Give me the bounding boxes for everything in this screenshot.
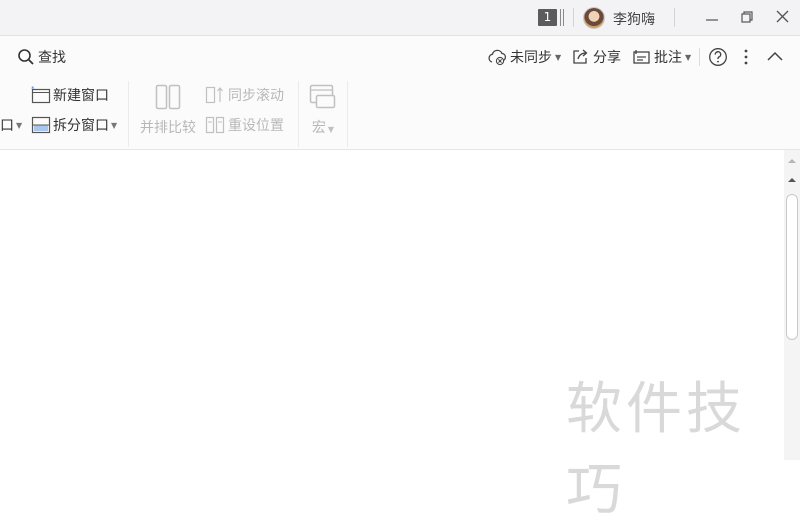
ribbon-partial-label: 口 <box>0 118 14 134</box>
sync-scroll-label: 同步滚动 <box>228 88 284 104</box>
restore-icon <box>741 11 753 23</box>
ribbon-separator <box>347 81 348 147</box>
search-icon <box>18 49 34 65</box>
ribbon: 口 ▼ * 新建窗口 拆分窗口 ▼ 并排比较 同步滚动 重设位置 宏 ▼ <box>0 77 800 150</box>
sync-scroll-button[interactable]: 同步滚动 <box>205 85 284 105</box>
chevron-down-icon: ▼ <box>685 52 692 62</box>
titlebar-separator <box>674 8 675 27</box>
macro-label: 宏 <box>311 120 326 136</box>
collapse-ribbon-button[interactable] <box>766 47 784 67</box>
avatar[interactable] <box>584 8 604 28</box>
help-button[interactable] <box>708 47 728 67</box>
annotate-icon <box>633 50 650 64</box>
top-toolbar: 查找 未同步 ▼ 分享 批注 ▼ <box>0 36 800 77</box>
share-icon <box>573 49 588 64</box>
more-icon <box>744 49 748 65</box>
username[interactable]: 李狗嗨 <box>613 9 655 29</box>
close-icon <box>776 10 789 23</box>
share-button[interactable]: 分享 <box>571 47 621 67</box>
close-button[interactable] <box>771 6 793 28</box>
reset-position-label: 重设位置 <box>228 118 284 134</box>
cloud-sync-icon <box>488 49 507 66</box>
split-window-button[interactable]: 拆分窗口 ▼ <box>31 115 117 135</box>
annotate-button[interactable]: 批注 ▼ <box>632 47 691 67</box>
restore-button[interactable] <box>736 6 758 28</box>
search-label: 查找 <box>38 50 66 66</box>
split-window-label: 拆分窗口 <box>53 118 109 134</box>
toolbar-separator <box>699 48 700 66</box>
chevron-down-icon: ▼ <box>555 52 562 62</box>
new-window-button[interactable]: * 新建窗口 <box>31 85 109 105</box>
new-window-icon: * <box>31 86 51 104</box>
reset-position-icon <box>205 116 225 134</box>
macro-button[interactable]: 宏 ▼ <box>303 83 343 137</box>
scroll-thumb[interactable] <box>786 194 798 340</box>
annotate-label: 批注 <box>654 50 682 66</box>
chevron-down-icon: ▼ <box>16 120 23 130</box>
side-by-side-label: 并排比较 <box>140 120 196 136</box>
side-by-side-icon <box>155 84 181 110</box>
window-count-badge[interactable]: 1 <box>538 9 557 26</box>
new-window-label: 新建窗口 <box>53 88 109 104</box>
title-bar: 1 李狗嗨 <box>0 0 800 36</box>
scroll-up-double-icon[interactable] <box>784 154 800 170</box>
help-icon <box>709 48 727 66</box>
sync-scroll-icon <box>205 86 223 104</box>
more-button[interactable] <box>742 47 750 67</box>
chevron-down-icon: ▼ <box>327 125 335 134</box>
titlebar-separator <box>573 8 574 27</box>
minimize-icon <box>706 19 718 21</box>
scroll-up-icon[interactable] <box>784 172 800 188</box>
watermark-text: 软件技巧 <box>566 377 746 523</box>
layout-bars-icon[interactable] <box>560 9 564 26</box>
chevron-down-icon: ▼ <box>111 120 118 130</box>
ribbon-partial-button[interactable]: 口 ▼ <box>0 115 22 135</box>
sync-button[interactable]: 未同步 ▼ <box>487 47 561 67</box>
minimize-button[interactable] <box>701 6 723 28</box>
svg-text:*: * <box>31 86 35 93</box>
share-label: 分享 <box>593 50 621 66</box>
search-button[interactable]: 查找 <box>17 47 66 67</box>
reset-position-button[interactable]: 重设位置 <box>205 115 284 135</box>
macro-icon <box>309 84 336 109</box>
ribbon-separator <box>128 81 129 147</box>
side-by-side-button[interactable]: 并排比较 <box>138 83 198 137</box>
sync-label: 未同步 <box>510 50 552 66</box>
collapse-icon <box>767 51 783 61</box>
split-window-icon <box>31 116 51 134</box>
ribbon-separator <box>298 81 299 147</box>
